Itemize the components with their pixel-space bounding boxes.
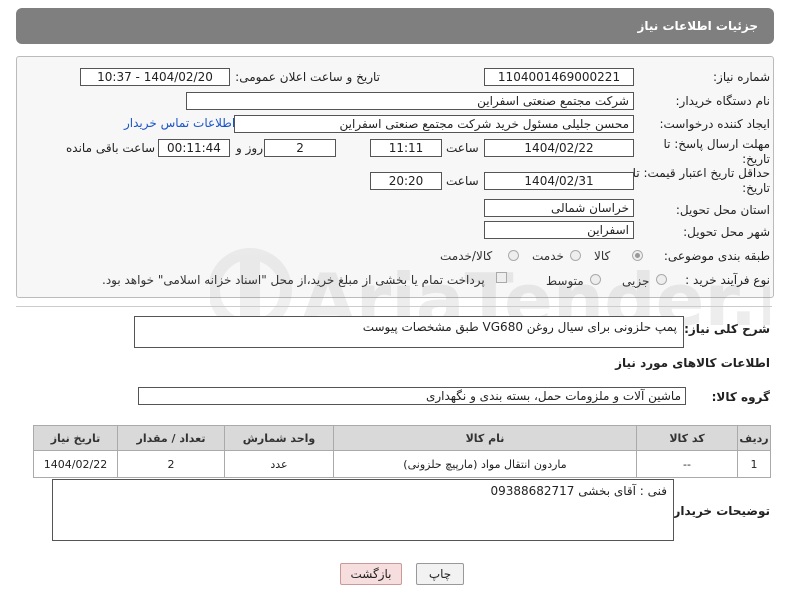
- cell-quantity: 2: [117, 450, 225, 478]
- buyer-notes-textarea[interactable]: فنی : آقای بخشی 09388682717: [52, 479, 674, 541]
- process-label: نوع فرآیند خرید :: [685, 273, 770, 287]
- price-validity-date-field: 1404/02/31: [484, 172, 634, 190]
- treasury-payment-note: پرداخت تمام یا بخشی از مبلغ خرید،از محل …: [102, 273, 485, 287]
- buyer-notes-label: توضیحات خریدار:: [668, 504, 770, 518]
- category-option-service: خدمت: [532, 249, 564, 263]
- deadline-label: مهلت ارسال پاسخ: تا تاریخ:: [663, 137, 770, 166]
- remaining-time-label: ساعت باقی مانده: [66, 141, 156, 155]
- goods-info-title: اطلاعات کالاهای مورد نیاز: [615, 356, 770, 370]
- process-option-minor: جزیی: [622, 274, 650, 288]
- deadline-time-label: ساعت: [446, 141, 479, 155]
- process-radio-medium[interactable]: [590, 274, 601, 285]
- category-option-goods: کالا: [594, 249, 611, 263]
- cell-row: 1: [737, 450, 771, 478]
- section-divider: [16, 306, 772, 307]
- buyer-contact-link[interactable]: اطلاعات تماس خریدار: [124, 116, 235, 130]
- col-date: تاریخ نیاز: [33, 425, 118, 451]
- price-validity-label: حداقل تاریخ اعتبار قیمت: تا تاریخ:: [632, 166, 770, 195]
- need-number-label: شماره نیاز:: [713, 70, 770, 84]
- category-radio-goods[interactable]: [632, 250, 643, 261]
- deadline-time-field: 11:11: [370, 139, 442, 157]
- city-label: شهر محل تحویل:: [683, 225, 770, 239]
- goods-group-label: گروه کالا:: [711, 390, 770, 404]
- category-option-goods-service: کالا/خدمت: [440, 249, 493, 263]
- page-header: جزئیات اطلاعات نیاز: [16, 8, 774, 44]
- col-code: کد کالا: [636, 425, 738, 451]
- deadline-days-field: 2: [264, 139, 336, 157]
- category-radio-goods-service[interactable]: [508, 250, 519, 261]
- process-option-medium: متوسط: [546, 274, 584, 288]
- price-validity-time-label: ساعت: [446, 174, 479, 188]
- col-quantity: تعداد / مقدار: [117, 425, 225, 451]
- category-radio-service[interactable]: [570, 250, 581, 261]
- col-name: نام کالا: [333, 425, 637, 451]
- announce-label: تاریخ و ساعت اعلان عمومی:: [235, 70, 380, 84]
- requester-field: محسن جلیلی مسئول خرید شرکت مجتمع صنعتی ا…: [234, 115, 634, 133]
- deadline-days-label: روز و: [236, 141, 263, 155]
- description-label: شرح کلی نیاز:: [684, 322, 770, 336]
- cell-code: --: [636, 450, 738, 478]
- cell-date: 1404/02/22: [33, 450, 118, 478]
- announce-field: 1404/02/20 - 10:37: [80, 68, 230, 86]
- col-unit: واحد شمارش: [224, 425, 334, 451]
- buyer-org-label: نام دستگاه خریدار:: [675, 94, 771, 108]
- province-field: خراسان شمالی: [484, 199, 634, 217]
- category-label: طبقه بندی موضوعی:: [663, 249, 770, 263]
- process-radio-minor[interactable]: [656, 274, 667, 285]
- treasury-payment-checkbox[interactable]: [496, 272, 507, 283]
- remaining-time-field: 00:11:44: [158, 139, 230, 157]
- col-row: ردیف: [737, 425, 771, 451]
- table-header-row: ردیف کد کالا نام کالا واحد شمارش تعداد /…: [33, 425, 771, 451]
- price-validity-time-field: 20:20: [370, 172, 442, 190]
- province-label: استان محل تحویل:: [675, 203, 770, 217]
- print-button[interactable]: چاپ: [416, 563, 464, 585]
- need-number-field: 1104001469000221: [484, 68, 634, 86]
- goods-group-field: ماشین آلات و ملزومات حمل، بسته بندی و نگ…: [138, 387, 686, 405]
- cell-name: ماردون انتقال مواد (مارپیچ حلزونی): [333, 450, 637, 478]
- cell-unit: عدد: [224, 450, 334, 478]
- table-row[interactable]: 1 -- ماردون انتقال مواد (مارپیچ حلزونی) …: [33, 450, 771, 478]
- goods-table: ردیف کد کالا نام کالا واحد شمارش تعداد /…: [33, 425, 771, 478]
- back-button[interactable]: بازگشت: [340, 563, 402, 585]
- buyer-org-field: شرکت مجتمع صنعتی اسفراین: [186, 92, 634, 110]
- requester-label: ایجاد کننده درخواست:: [659, 117, 770, 131]
- description-textarea[interactable]: پمپ حلزونی برای سیال روغن VG680 طبق مشخص…: [134, 316, 684, 348]
- city-field: اسفراین: [484, 221, 634, 239]
- deadline-date-field: 1404/02/22: [484, 139, 634, 157]
- page-title: جزئیات اطلاعات نیاز: [637, 19, 758, 33]
